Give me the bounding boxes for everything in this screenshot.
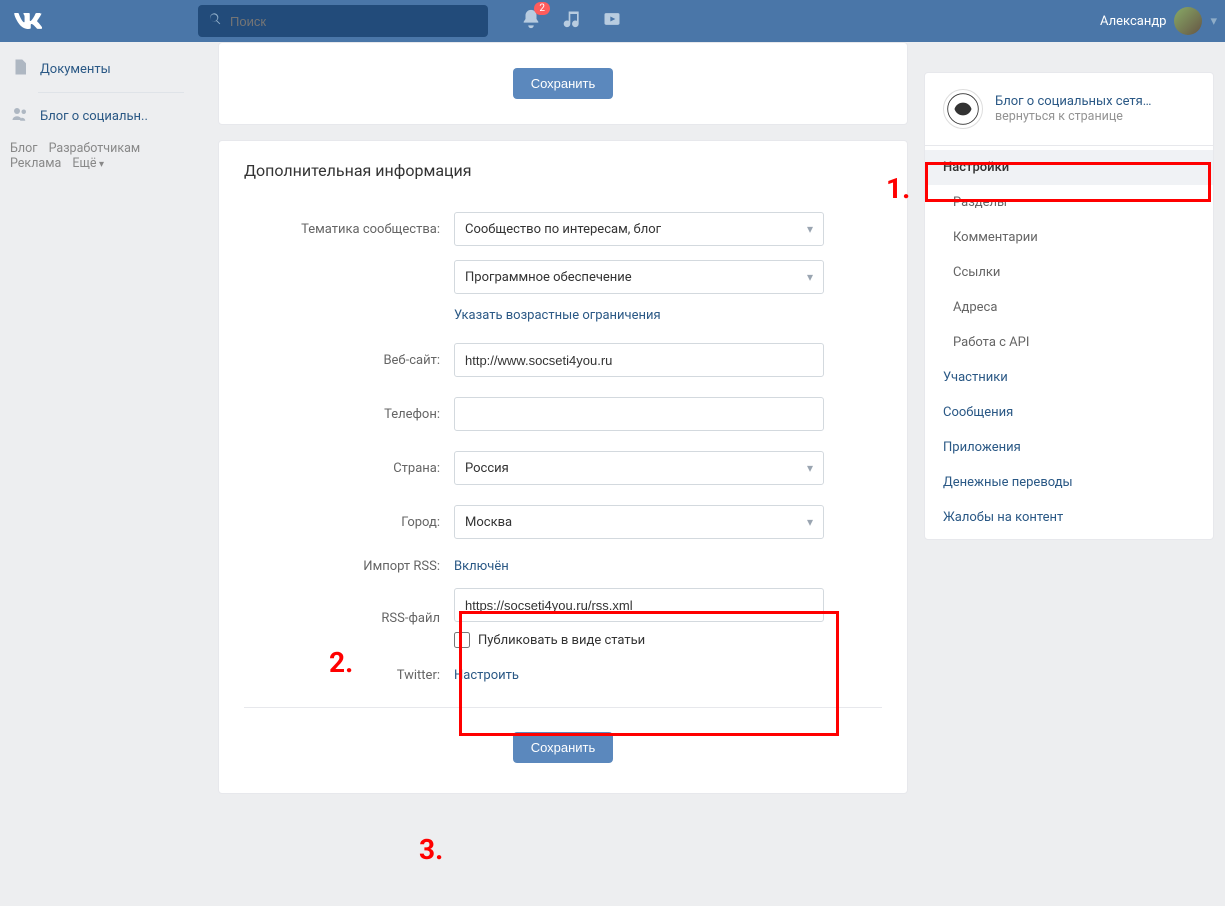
- right-column: Блог о социальных сетя… вернуться к стра…: [924, 42, 1214, 809]
- topic-select-2[interactable]: Программное обеспечение ▾: [454, 260, 824, 294]
- select-value: Россия: [465, 461, 509, 476]
- chevron-down-icon: ▾: [807, 270, 813, 284]
- rss-file-label: RSS-файл: [244, 611, 454, 626]
- footer-more[interactable]: Ещё: [72, 156, 104, 171]
- rss-publish-label: Публиковать в виде статьи: [478, 633, 645, 648]
- rss-import-label: Импорт RSS:: [244, 559, 454, 574]
- menu-money[interactable]: Денежные переводы: [925, 465, 1213, 500]
- chevron-down-icon: ▾: [807, 461, 813, 475]
- search-box[interactable]: [198, 5, 488, 37]
- menu-apps[interactable]: Приложения: [925, 430, 1213, 465]
- main-content: Сохранить Дополнительная информация Тема…: [218, 42, 908, 809]
- age-rating-link[interactable]: Указать возрастные ограничения: [454, 308, 661, 323]
- menu-links[interactable]: Ссылки: [925, 255, 1213, 290]
- music-icon[interactable]: [562, 9, 582, 33]
- country-label: Страна:: [244, 461, 454, 476]
- select-value: Программное обеспечение: [465, 270, 632, 285]
- website-input[interactable]: [454, 343, 824, 377]
- annotation-label-3: 3.: [419, 833, 443, 866]
- topic-label: Тематика сообщества:: [244, 222, 454, 237]
- search-icon: [208, 12, 222, 30]
- left-nav: Документы Блог о социальн.. Блог Разрабо…: [0, 42, 190, 809]
- twitter-label: Twitter:: [244, 668, 454, 683]
- country-select[interactable]: Россия ▾: [454, 451, 824, 485]
- select-value: Москва: [465, 515, 512, 530]
- city-label: Город:: [244, 515, 454, 530]
- menu-members[interactable]: Участники: [925, 360, 1213, 395]
- username: Александр: [1100, 14, 1166, 29]
- rss-publish-checkbox[interactable]: [454, 632, 470, 648]
- group-icon: [10, 105, 30, 127]
- menu-api[interactable]: Работа с API: [925, 325, 1213, 360]
- rss-import-link[interactable]: Включён: [454, 559, 509, 574]
- notifications-icon[interactable]: 2: [520, 8, 542, 34]
- footer-links: Блог Разработчикам Реклама Ещё: [6, 133, 184, 179]
- user-menu[interactable]: Александр ▾: [1100, 7, 1217, 35]
- avatar: [1174, 7, 1202, 35]
- notification-badge: 2: [534, 2, 550, 15]
- video-icon[interactable]: [602, 9, 622, 33]
- select-value: Сообщество по интересам, блог: [465, 222, 661, 237]
- phone-label: Телефон:: [244, 407, 454, 422]
- section-title: Дополнительная информация: [244, 161, 882, 180]
- community-logo[interactable]: [943, 89, 983, 129]
- search-input[interactable]: [230, 14, 478, 29]
- footer-ads[interactable]: Реклама: [10, 156, 61, 171]
- city-select[interactable]: Москва ▾: [454, 505, 824, 539]
- document-icon: [10, 58, 30, 80]
- topic-select-1[interactable]: Сообщество по интересам, блог ▾: [454, 212, 824, 246]
- rss-file-input[interactable]: [454, 588, 824, 622]
- nav-item-label: Документы: [40, 62, 111, 77]
- community-title[interactable]: Блог о социальных сетя…: [995, 94, 1152, 109]
- chevron-down-icon: ▾: [1210, 14, 1217, 29]
- footer-developers[interactable]: Разработчикам: [49, 141, 141, 156]
- header: 2 Александр ▾: [0, 0, 1225, 42]
- menu-messages[interactable]: Сообщения: [925, 395, 1213, 430]
- menu-sections[interactable]: Разделы: [925, 185, 1213, 220]
- nav-item-label: Блог о социальн..: [40, 109, 148, 124]
- vk-logo[interactable]: [8, 13, 48, 29]
- save-button-top[interactable]: Сохранить: [513, 68, 614, 99]
- top-save-card: Сохранить: [218, 42, 908, 125]
- chevron-down-icon: ▾: [807, 222, 813, 236]
- footer-blog[interactable]: Блог: [10, 141, 37, 156]
- menu-comments[interactable]: Комментарии: [925, 220, 1213, 255]
- menu-complaints[interactable]: Жалобы на контент: [925, 500, 1213, 535]
- nav-blog[interactable]: Блог о социальн..: [6, 99, 184, 133]
- community-back-link[interactable]: вернуться к странице: [995, 109, 1152, 124]
- save-button-bottom[interactable]: Сохранить: [513, 732, 614, 763]
- chevron-down-icon: ▾: [807, 515, 813, 529]
- community-header: Блог о социальных сетя… вернуться к стра…: [925, 73, 1213, 145]
- additional-info-card: Дополнительная информация Тематика сообщ…: [218, 140, 908, 794]
- menu-addresses[interactable]: Адреса: [925, 290, 1213, 325]
- menu-settings[interactable]: Настройки: [925, 150, 1213, 185]
- header-icons: 2: [520, 8, 622, 34]
- twitter-link[interactable]: Настроить: [454, 668, 519, 683]
- nav-documents[interactable]: Документы: [6, 52, 184, 86]
- website-label: Веб-сайт:: [244, 353, 454, 368]
- phone-input[interactable]: [454, 397, 824, 431]
